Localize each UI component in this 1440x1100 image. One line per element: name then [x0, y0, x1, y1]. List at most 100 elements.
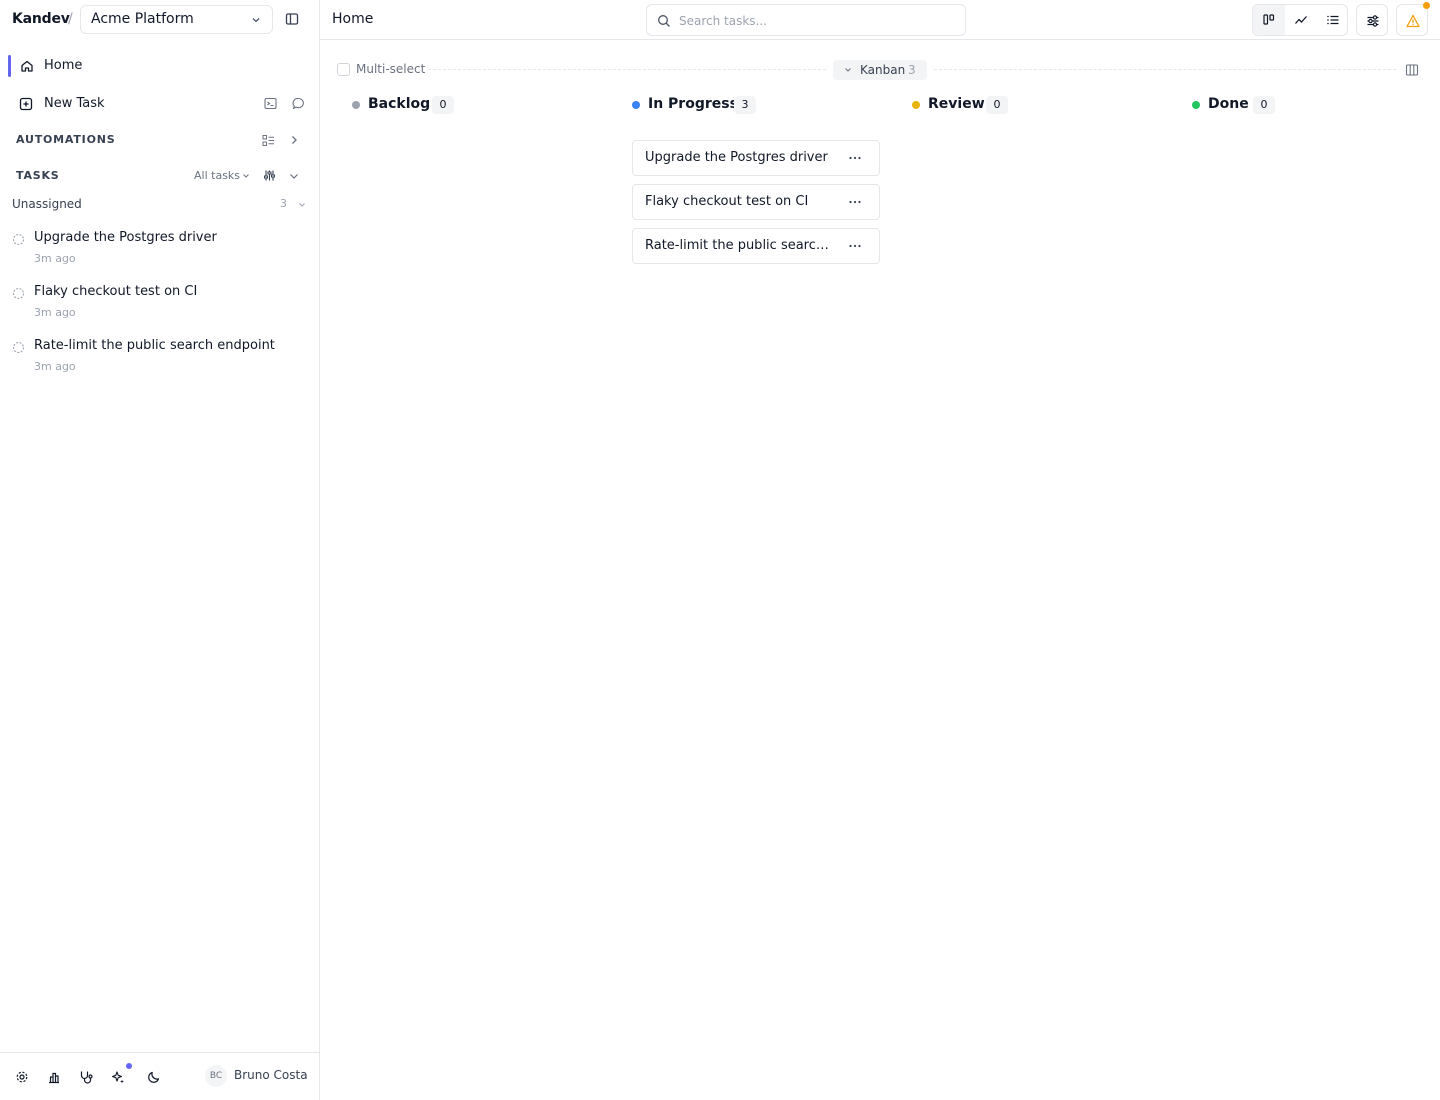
multiselect-label[interactable]: Multi-select — [356, 62, 425, 76]
more-horizontal-icon[interactable] — [847, 194, 863, 210]
chevron-down-icon — [243, 174, 249, 178]
sidebar-item-new-task[interactable]: New Task — [8, 91, 310, 117]
column-count-badge: 3 — [734, 96, 756, 114]
sidebar-task-item[interactable]: Flaky checkout test on CI 3m ago — [10, 282, 310, 326]
workspace-select-value: Acme Platform — [91, 11, 194, 27]
divider — [934, 69, 1396, 70]
task-group-count: 3 — [280, 197, 287, 210]
kanban-view-button[interactable] — [1253, 5, 1285, 35]
app-brand[interactable]: Kandev — [12, 11, 70, 27]
graph-view-button[interactable] — [1285, 5, 1317, 35]
sidebar-footer: BC Bruno Costa — [0, 1052, 319, 1100]
divider — [428, 69, 826, 70]
board-toolbar: Multi-select Kanban 3 — [320, 55, 1440, 83]
sidebar-item-label: Home — [44, 58, 83, 73]
column-header: In Progress 3 — [632, 92, 880, 118]
sparkles-icon[interactable] — [111, 1070, 125, 1084]
stethoscope-icon[interactable] — [79, 1070, 93, 1084]
chevron-down-icon[interactable] — [288, 170, 300, 182]
sidebar-task-title: Rate-limit the public search endpoint — [34, 338, 275, 353]
task-group-unassigned[interactable]: Unassigned 3 — [12, 197, 308, 213]
tasks-heading: TASKS — [16, 169, 60, 182]
bar-chart-icon[interactable] — [47, 1070, 61, 1084]
view-count: 3 — [908, 63, 916, 77]
column-header: Backlog 0 — [352, 92, 600, 118]
status-circle-icon — [12, 287, 25, 300]
column-count-badge: 0 — [1253, 96, 1275, 114]
sidebar-toggle-icon[interactable] — [285, 12, 299, 26]
chat-icon[interactable] — [292, 97, 305, 110]
alerts-button[interactable] — [1396, 2, 1430, 36]
task-card-title: Rate-limit the public search endpoint — [645, 238, 837, 253]
sidebar-task-time: 3m ago — [34, 252, 76, 265]
workspace-select[interactable]: Acme Platform — [80, 5, 273, 34]
sidebar-task-title: Flaky checkout test on CI — [34, 284, 198, 299]
display-settings-button[interactable] — [1356, 4, 1388, 36]
sidebar-task-time: 3m ago — [34, 360, 76, 373]
status-dot — [912, 101, 920, 109]
tasks-filter-select[interactable]: All tasks — [194, 169, 249, 182]
sidebar-task-title: Upgrade the Postgres driver — [34, 230, 217, 245]
status-dot — [632, 101, 640, 109]
top-bar: Home — [320, 0, 1440, 40]
kanban-icon — [1263, 14, 1275, 25]
task-card[interactable]: Rate-limit the public search endpoint — [632, 228, 880, 264]
list-view-button[interactable] — [1317, 5, 1347, 35]
page-title: Home — [332, 11, 374, 27]
terminal-icon[interactable] — [264, 97, 277, 110]
sidebar-task-time: 3m ago — [34, 306, 76, 319]
columns-icon[interactable] — [1405, 63, 1419, 77]
trend-line-icon — [1295, 16, 1307, 24]
view-switcher — [1252, 4, 1348, 36]
column-title: Done — [1208, 96, 1249, 112]
sidebar: Kandev / Acme Platform Home New Task AUT… — [0, 0, 320, 1100]
sidebar-task-item[interactable]: Upgrade the Postgres driver 3m ago — [10, 228, 310, 272]
more-horizontal-icon[interactable] — [847, 150, 863, 166]
gear-icon[interactable] — [15, 1070, 29, 1084]
multiselect-checkbox[interactable] — [337, 63, 350, 76]
list-icon — [1327, 15, 1339, 25]
sidebar-item-home[interactable]: Home — [8, 53, 310, 79]
column-title: In Progress — [648, 96, 738, 112]
column-backlog: Backlog 0 — [352, 92, 600, 118]
sidebar-header: Kandev / Acme Platform — [0, 0, 319, 40]
status-circle-icon — [12, 233, 25, 246]
column-title: Backlog — [368, 96, 431, 112]
notification-dot — [126, 1063, 132, 1069]
task-card[interactable]: Flaky checkout test on CI — [632, 184, 880, 220]
search-icon — [658, 15, 670, 27]
moon-icon[interactable] — [147, 1070, 161, 1084]
task-card-title: Upgrade the Postgres driver — [645, 150, 828, 165]
column-title: Review — [928, 96, 985, 112]
column-done: Done 0 — [1192, 92, 1440, 118]
column-count-badge: 0 — [986, 96, 1008, 114]
status-dot — [352, 101, 360, 109]
list-checks-icon[interactable] — [262, 134, 275, 147]
more-horizontal-icon[interactable] — [847, 238, 863, 254]
avatar[interactable]: BC — [205, 1065, 227, 1087]
status-dot — [1192, 101, 1200, 109]
column-header: Done 0 — [1192, 92, 1440, 118]
column-count-badge: 0 — [432, 96, 454, 114]
sliders-icon[interactable] — [263, 169, 276, 182]
search-box[interactable] — [646, 4, 966, 36]
task-card-title: Flaky checkout test on CI — [645, 194, 809, 209]
user-name[interactable]: Bruno Costa — [234, 1068, 308, 1082]
warning-icon — [1406, 14, 1420, 28]
tasks-filter-value: All tasks — [194, 169, 241, 182]
alert-dot — [1423, 2, 1430, 9]
view-label: Kanban — [860, 63, 906, 77]
task-card[interactable]: Upgrade the Postgres driver — [632, 140, 880, 176]
kanban-view-selector[interactable]: Kanban 3 — [833, 60, 927, 80]
sidebar-task-item[interactable]: Rate-limit the public search endpoint 3m… — [10, 336, 310, 380]
chevron-down-icon — [252, 18, 260, 23]
search-input[interactable] — [679, 12, 949, 30]
column-review: Review 0 — [912, 92, 1160, 118]
sidebar-item-label: New Task — [44, 96, 105, 111]
chevron-down-icon — [845, 68, 851, 72]
chevron-down-icon — [299, 203, 305, 207]
plus-square-icon — [19, 97, 33, 111]
automations-heading: AUTOMATIONS — [16, 133, 116, 146]
home-icon — [21, 60, 33, 72]
chevron-right-icon[interactable] — [288, 134, 300, 146]
